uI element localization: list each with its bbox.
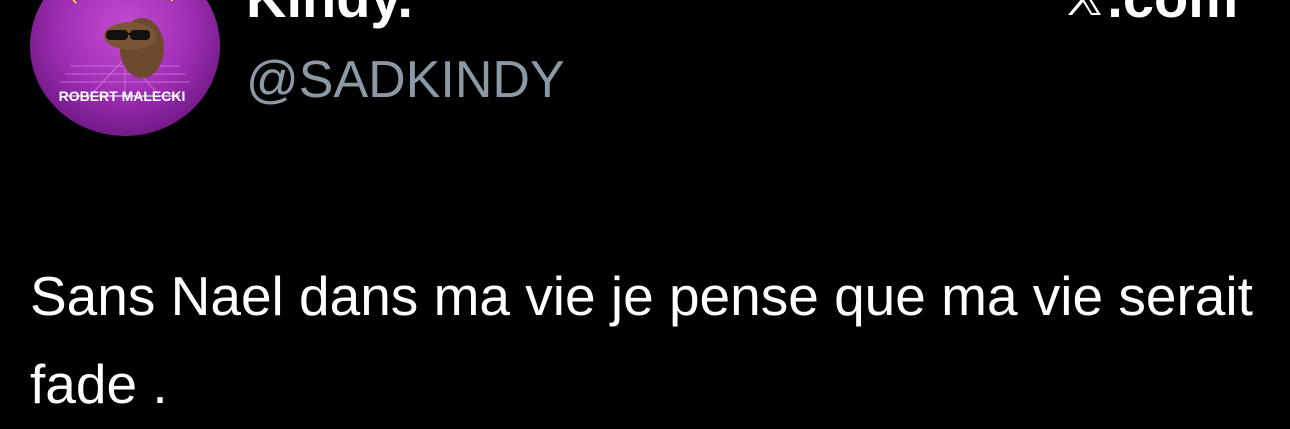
avatar[interactable]: I'M IN AGONY ROBERT MALECKI [30, 0, 220, 136]
tweet-text: Sans Nael dans ma vie je pense que ma vi… [30, 265, 1253, 415]
avatar-image: I'M IN AGONY ROBERT MALECKI [59, 0, 190, 104]
x-logo-icon [1068, 0, 1102, 15]
brand-domain-text: .com [1107, 0, 1238, 26]
display-name[interactable]: Kindy. [246, 0, 413, 26]
brand-link[interactable]: .com [1065, 0, 1238, 26]
avatar-top-text: I'M IN AGONY [65, 0, 186, 9]
user-handle[interactable]: @SADKINDY [246, 54, 565, 106]
